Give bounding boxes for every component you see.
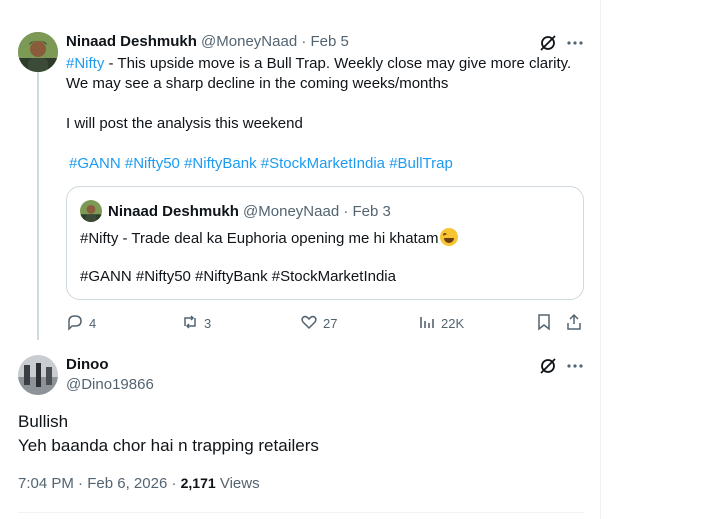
like-count: 27 bbox=[323, 316, 338, 331]
avatar[interactable] bbox=[18, 355, 58, 395]
quoted-tweet[interactable]: Ninaad Deshmukh @MoneyNaad · Feb 3 #Nift… bbox=[66, 186, 584, 300]
avatar[interactable] bbox=[18, 32, 58, 72]
bookmark-icon[interactable] bbox=[535, 313, 553, 336]
tweet-text: I will post the analysis this weekend bbox=[66, 115, 303, 132]
separator: · bbox=[78, 475, 84, 492]
reply-button[interactable]: 4 bbox=[66, 313, 96, 334]
display-name[interactable]: Dinoo bbox=[66, 356, 109, 373]
display-name[interactable]: Ninaad Deshmukh bbox=[66, 33, 197, 50]
thread-line bbox=[37, 72, 39, 340]
hashtag-link[interactable]: #NiftyBank bbox=[184, 155, 257, 172]
views-count: 2,171 bbox=[180, 475, 216, 491]
tweet-date[interactable]: Feb 5 bbox=[311, 33, 349, 50]
timeline-column: Ninaad Deshmukh @MoneyNaad · Feb 5 #Nift… bbox=[0, 0, 601, 519]
hashtag-link[interactable]: #BullTrap bbox=[389, 155, 453, 172]
hashtag-link[interactable]: #StockMarketIndia bbox=[261, 155, 385, 172]
views-icon bbox=[418, 313, 436, 334]
tweet-body-line: #Nifty - This upside move is a Bull Trap… bbox=[66, 54, 571, 74]
separator: · bbox=[301, 33, 307, 50]
tweet-text: #GANN #Nifty50 #NiftyBank #StockMarketIn… bbox=[80, 268, 396, 285]
display-name: Ninaad Deshmukh bbox=[108, 203, 239, 220]
tweet-text: Bullish bbox=[18, 412, 69, 431]
hashtag-link[interactable]: #Nifty50 bbox=[125, 155, 180, 172]
hashtag-link[interactable]: #GANN bbox=[69, 155, 121, 172]
views-label: Views bbox=[219, 475, 260, 492]
separator: · bbox=[171, 475, 177, 492]
rofl-emoji-icon bbox=[439, 228, 458, 246]
repost-icon bbox=[181, 313, 199, 334]
separator: · bbox=[343, 203, 349, 220]
handle[interactable]: @Dino19866 bbox=[66, 376, 154, 393]
share-icon[interactable] bbox=[565, 313, 583, 336]
hashtag-link[interactable]: #Nifty bbox=[66, 55, 104, 72]
like-icon bbox=[300, 313, 318, 334]
grok-icon[interactable] bbox=[538, 356, 558, 376]
tweet-date: Feb 3 bbox=[352, 203, 391, 220]
tweet-text: We may see a sharp decline in the coming… bbox=[66, 75, 449, 92]
divider bbox=[18, 512, 584, 513]
grok-icon[interactable] bbox=[538, 33, 558, 53]
repost-button[interactable]: 3 bbox=[181, 313, 211, 334]
like-button[interactable]: 27 bbox=[300, 313, 337, 334]
avatar bbox=[80, 200, 102, 222]
views-button[interactable]: 22K bbox=[418, 313, 464, 334]
tweet-text: - This upside move is a Bull Trap. Weekl… bbox=[104, 55, 572, 72]
quote-text-line: #Nifty - Trade deal ka Euphoria opening … bbox=[80, 228, 458, 249]
tweet-time[interactable]: 7:04 PM bbox=[18, 475, 74, 492]
repost-count: 3 bbox=[204, 316, 212, 331]
tweet-date[interactable]: Feb 6, 2026 bbox=[87, 475, 167, 492]
quote-header: Ninaad Deshmukh @MoneyNaad · Feb 3 bbox=[108, 203, 391, 220]
handle[interactable]: @MoneyNaad bbox=[201, 33, 297, 50]
handle: @MoneyNaad bbox=[243, 203, 340, 220]
views-count: 22K bbox=[441, 316, 465, 331]
tweet-text: #Nifty - Trade deal ka Euphoria opening … bbox=[80, 230, 439, 247]
hashtag-list: #GANN #Nifty50 #NiftyBank #StockMarketIn… bbox=[69, 154, 453, 174]
tweet-meta: 7:04 PM · Feb 6, 2026 · 2,171 Views bbox=[18, 475, 260, 492]
reply-icon bbox=[66, 313, 84, 334]
tweet-text: Yeh baanda chor hai n trapping retailers bbox=[18, 436, 319, 455]
more-icon[interactable] bbox=[565, 356, 585, 376]
more-icon[interactable] bbox=[565, 33, 585, 53]
display-name-text: Dinoo bbox=[66, 356, 109, 373]
reply-count: 4 bbox=[89, 316, 97, 331]
tweet-header: Ninaad Deshmukh @MoneyNaad · Feb 5 bbox=[66, 33, 349, 50]
